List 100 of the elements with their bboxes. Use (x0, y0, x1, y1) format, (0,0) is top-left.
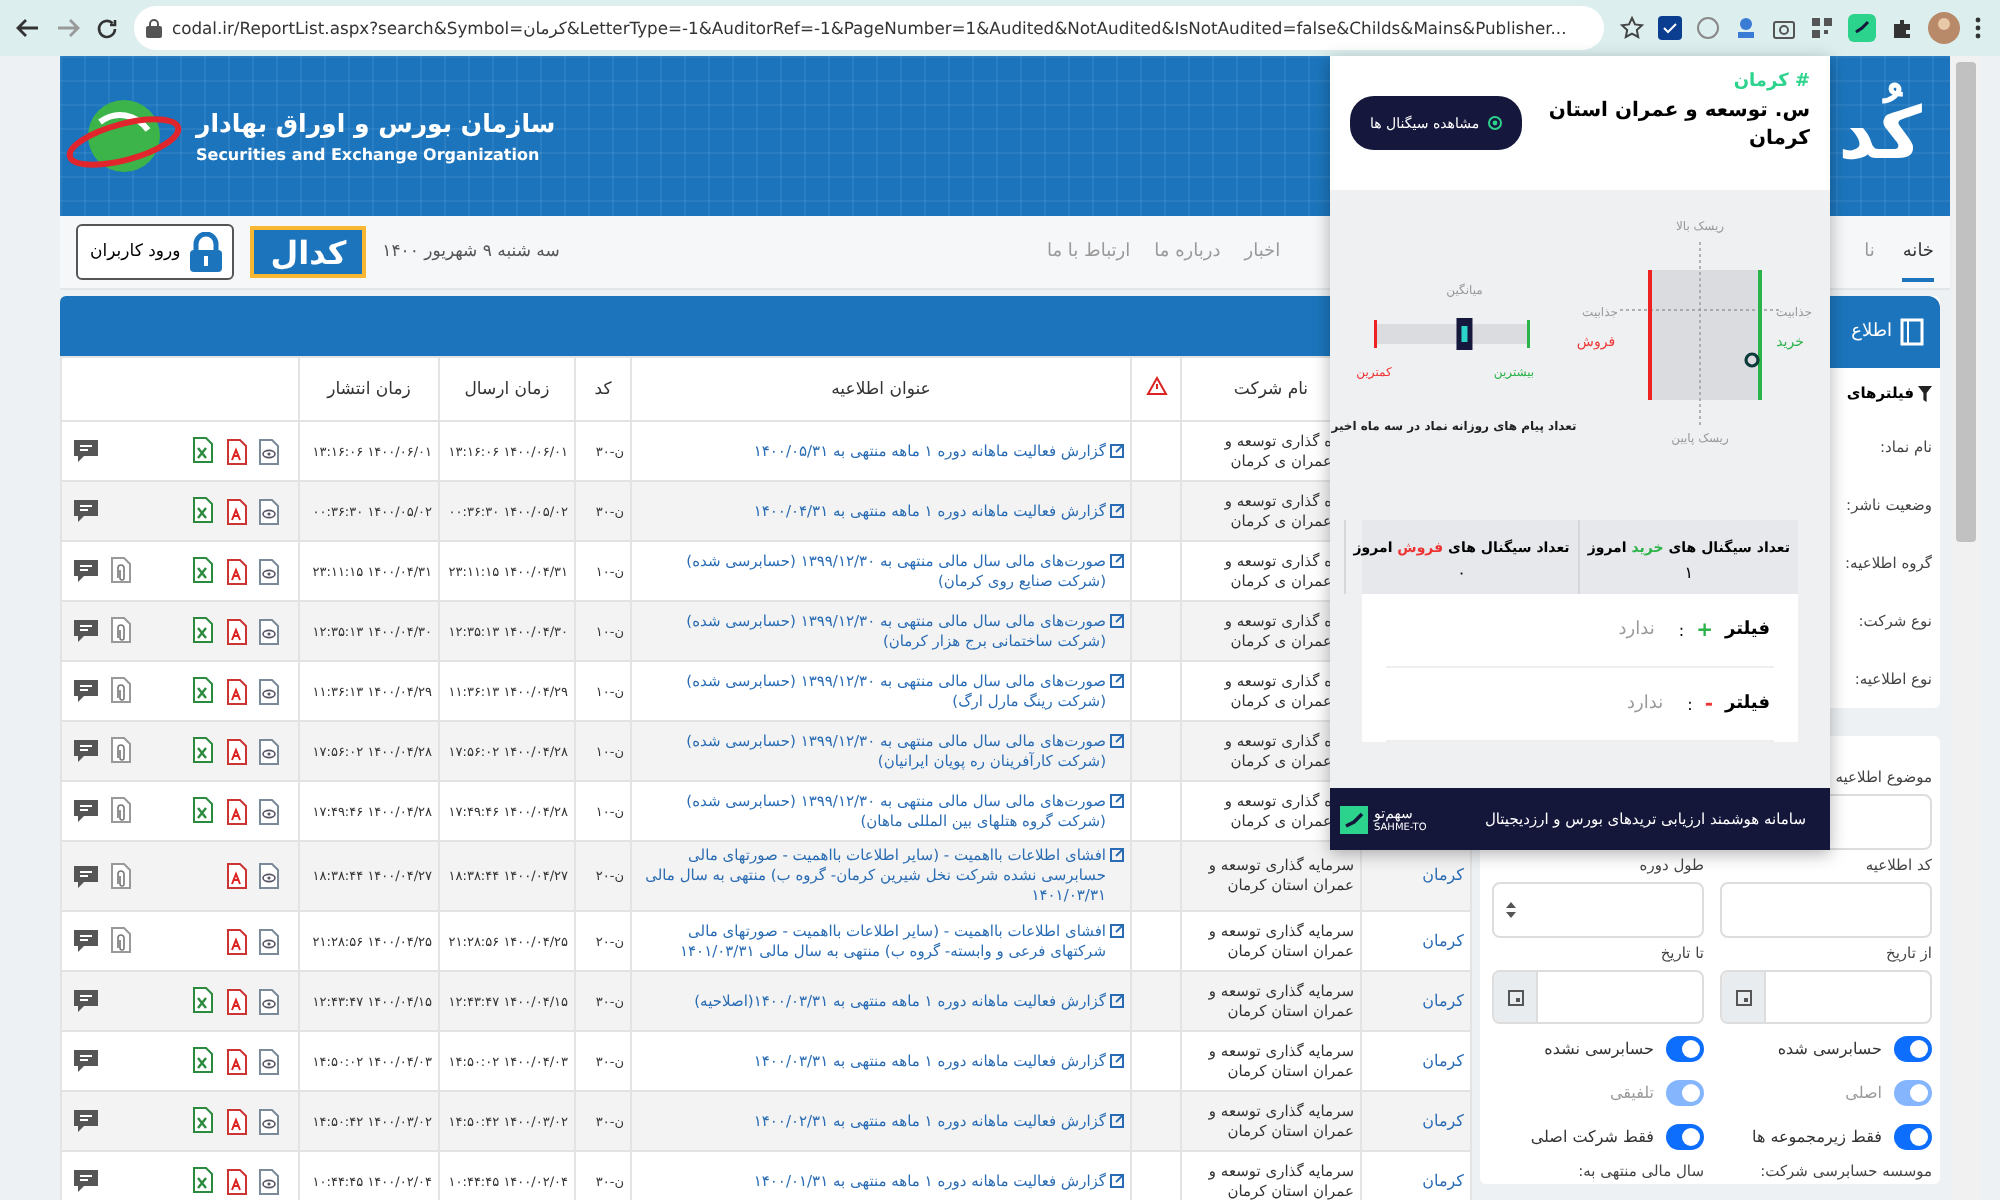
external-link-icon (1110, 733, 1124, 747)
date-text: سه شنبه ۹ شهریور ۱۴۰۰ (382, 242, 560, 262)
extension-icon[interactable] (1658, 16, 1682, 40)
excel-icon[interactable] (192, 436, 214, 464)
pdf-icon[interactable] (226, 437, 248, 465)
comment-icon[interactable] (72, 988, 100, 1014)
excel-icon[interactable] (192, 556, 214, 584)
login-button[interactable]: ورود کاربران (76, 224, 235, 280)
toggle-label: حسابرسی شده (1777, 1040, 1882, 1058)
pdf-icon[interactable] (226, 737, 248, 765)
symbol-link[interactable]: کرمان (1422, 866, 1464, 884)
comment-icon[interactable] (72, 1168, 100, 1194)
symbol-link[interactable]: کرمان (1422, 991, 1464, 1009)
external-link-icon (1110, 848, 1124, 862)
pdf-icon[interactable] (226, 617, 248, 645)
star-icon[interactable] (1620, 16, 1644, 40)
extension-icon[interactable] (1848, 14, 1876, 42)
symbol-link[interactable]: کرمان (1422, 931, 1464, 949)
attachment-icon[interactable] (110, 736, 132, 764)
back-icon[interactable] (16, 18, 40, 38)
pdf-icon[interactable] (226, 862, 248, 890)
comment-icon[interactable] (72, 798, 100, 824)
attachment-icon[interactable] (110, 616, 132, 644)
pdf-icon[interactable] (226, 1047, 248, 1075)
comment-icon[interactable] (72, 558, 100, 584)
toggle-switch[interactable] (1894, 1124, 1932, 1150)
number-field[interactable] (1492, 882, 1704, 938)
attachment-icon[interactable] (110, 861, 132, 889)
excel-icon[interactable] (192, 796, 214, 824)
symbol-link[interactable]: کرمان (1422, 1051, 1464, 1069)
pdf-icon[interactable] (226, 927, 248, 955)
view-icon[interactable] (258, 437, 280, 465)
view-icon[interactable] (258, 1107, 280, 1135)
input-field[interactable] (1720, 882, 1932, 938)
toggle-switch[interactable] (1666, 1124, 1704, 1150)
excel-icon[interactable] (192, 1046, 214, 1074)
toggle-switch[interactable] (1666, 1036, 1704, 1062)
pdf-icon[interactable] (226, 1107, 248, 1135)
attachment-icon[interactable] (110, 796, 132, 824)
filter-icon (1918, 385, 1932, 401)
qr-code-icon[interactable] (1810, 16, 1834, 40)
toggle-switch[interactable] (1894, 1036, 1932, 1062)
pdf-icon[interactable] (226, 677, 248, 705)
excel-icon[interactable] (192, 1166, 214, 1194)
comment-icon[interactable] (72, 498, 100, 524)
filter-label: فیلتر (1724, 620, 1770, 640)
view-icon[interactable] (258, 557, 280, 585)
view-icon[interactable] (258, 927, 280, 955)
camera-icon[interactable] (1772, 16, 1796, 40)
filter-sign: - (1704, 693, 1713, 715)
menu-icon[interactable] (1974, 16, 1982, 40)
pdf-icon[interactable] (226, 797, 248, 825)
toggle-label: فقط شرکت اصلی (1530, 1128, 1654, 1146)
toggle-label: اصلی (1845, 1084, 1882, 1102)
avatar-icon[interactable] (1928, 12, 1960, 44)
view-icon[interactable] (258, 987, 280, 1015)
view-icon[interactable] (258, 1047, 280, 1075)
puzzle-icon[interactable] (1890, 16, 1914, 40)
count-value: ۰ (1457, 564, 1466, 582)
view-icon[interactable] (258, 737, 280, 765)
external-link-icon (1110, 503, 1124, 517)
codal-logo: کدال (250, 226, 367, 278)
excel-icon[interactable] (192, 676, 214, 704)
view-icon[interactable] (258, 617, 280, 645)
pdf-icon[interactable] (226, 557, 248, 585)
toggle-label: تلفیقی (1609, 1084, 1654, 1102)
excel-icon[interactable] (192, 1106, 214, 1134)
view-icon[interactable] (258, 797, 280, 825)
attachment-icon[interactable] (110, 676, 132, 704)
comment-icon[interactable] (72, 678, 100, 704)
excel-icon[interactable] (192, 496, 214, 524)
date-field[interactable] (1492, 970, 1704, 1024)
symbol-link[interactable]: کرمان (1422, 1171, 1464, 1189)
excel-icon[interactable] (192, 986, 214, 1014)
comment-icon[interactable] (72, 928, 100, 954)
comment-icon[interactable] (72, 1108, 100, 1134)
address-bar[interactable]: codal.ir/ReportList.aspx?search&Symbol=کرمان&LetterType=-1&AuditorRef=-1&PageNumber=1&Audited&NotAudited&IsNotAudited=false&Childs&Mains&Publisher... (134, 6, 1604, 50)
comment-icon[interactable] (72, 1048, 100, 1074)
view-icon[interactable] (258, 497, 280, 525)
reload-icon[interactable] (96, 17, 118, 39)
scrollbar-thumb[interactable] (1956, 62, 1976, 542)
comment-icon[interactable] (72, 738, 100, 764)
attachment-icon[interactable] (110, 556, 132, 584)
view-icon[interactable] (258, 1167, 280, 1195)
date-field[interactable] (1720, 970, 1932, 1024)
comment-icon[interactable] (72, 618, 100, 644)
pdf-icon[interactable] (226, 1167, 248, 1195)
separator-text: : (1678, 621, 1685, 639)
excel-icon[interactable] (192, 616, 214, 644)
view-icon[interactable] (258, 677, 280, 705)
comment-icon[interactable] (72, 863, 100, 889)
view-icon[interactable] (258, 862, 280, 890)
pdf-icon[interactable] (226, 987, 248, 1015)
pdf-icon[interactable] (226, 497, 248, 525)
attachment-icon[interactable] (110, 926, 132, 954)
excel-icon[interactable] (192, 736, 214, 764)
comment-icon[interactable] (72, 438, 100, 464)
nav-link[interactable]: خانه (1902, 222, 1934, 282)
warning-icon (1145, 376, 1167, 396)
symbol-link[interactable]: کرمان (1422, 1111, 1464, 1129)
